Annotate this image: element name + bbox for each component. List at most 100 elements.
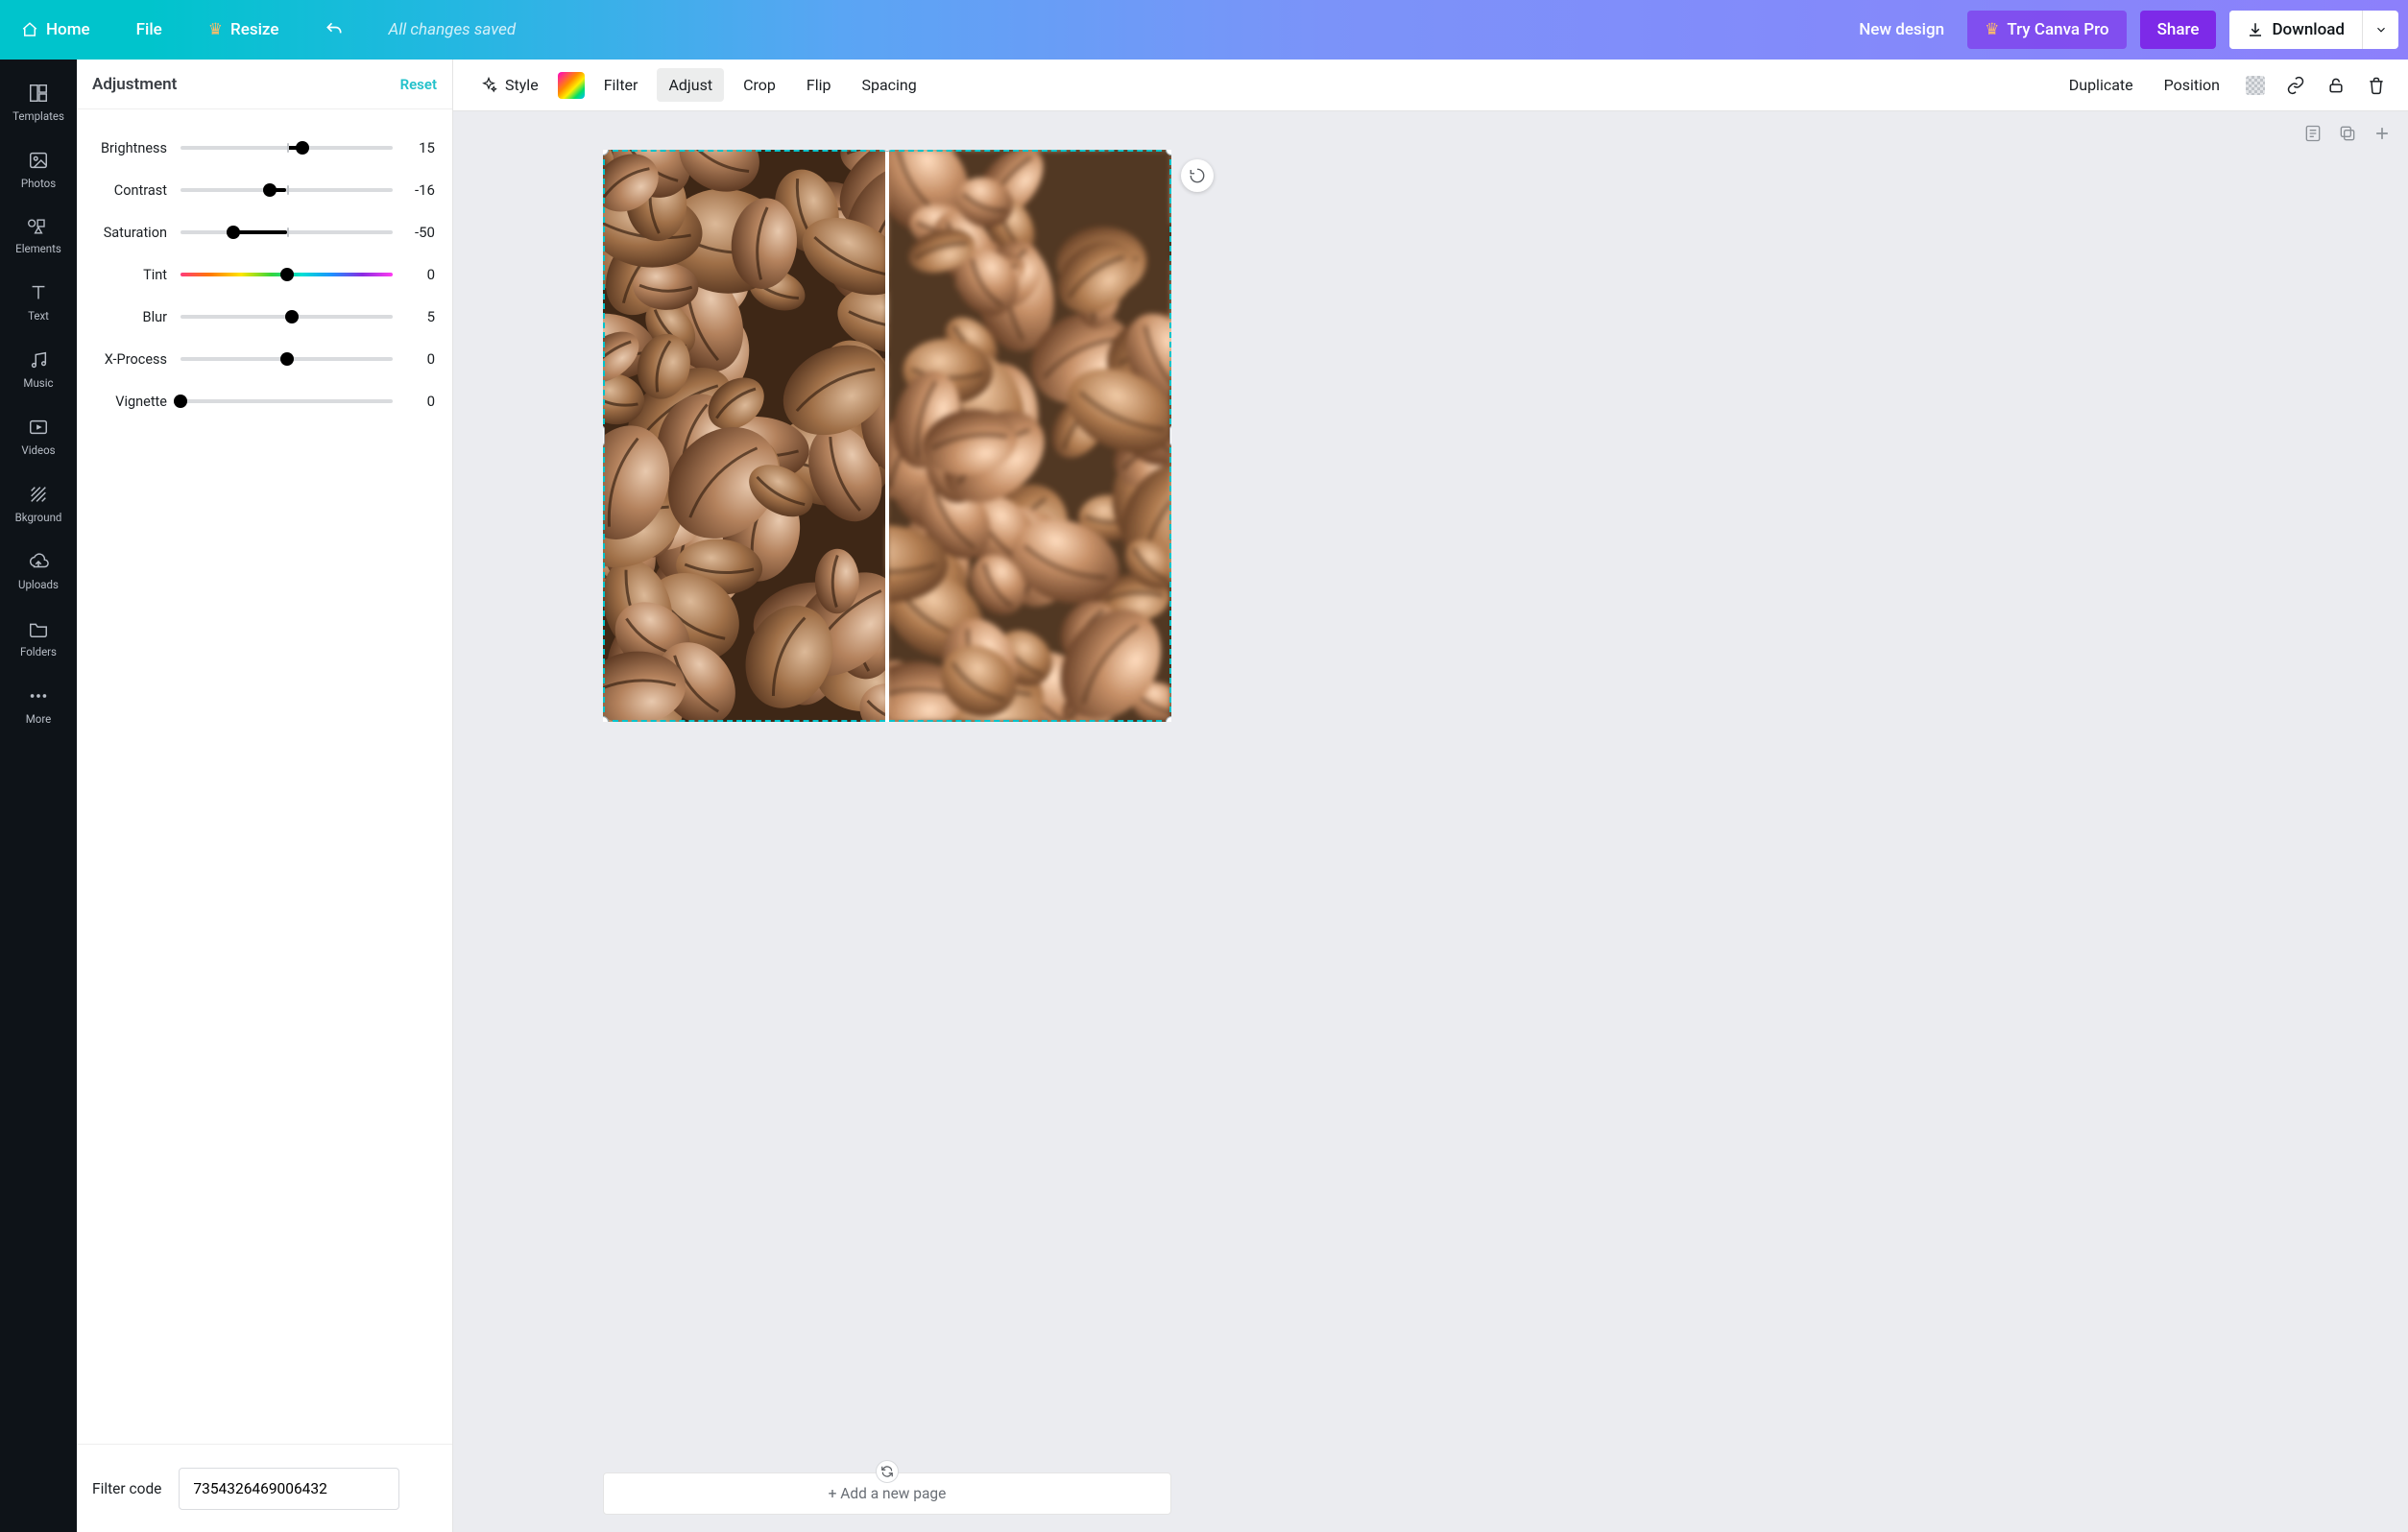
home-button[interactable]: Home: [0, 0, 111, 60]
rail-videos[interactable]: Videos: [0, 403, 77, 468]
slider-value: 15: [393, 139, 435, 156]
file-menu[interactable]: File: [115, 0, 183, 60]
rail-folders[interactable]: Folders: [0, 605, 77, 670]
slider-track[interactable]: [181, 348, 393, 370]
rail-elements[interactable]: Elements: [0, 203, 77, 267]
slider-value: 0: [393, 393, 435, 410]
rail-label: Bkground: [15, 511, 62, 524]
rail-label: More: [26, 712, 52, 726]
adjust-button[interactable]: Adjust: [657, 68, 724, 102]
transparency-button[interactable]: [2239, 69, 2272, 102]
slider-thumb[interactable]: [227, 226, 240, 239]
page-add-button[interactable]: [2372, 123, 2393, 144]
rail-label: Templates: [12, 109, 64, 123]
rail-music[interactable]: Music: [0, 336, 77, 401]
spacing-label: Spacing: [861, 76, 916, 94]
home-icon: [21, 21, 38, 38]
slider-track[interactable]: [181, 222, 393, 243]
undo-button[interactable]: [303, 0, 365, 60]
filter-code-input[interactable]: [179, 1468, 399, 1510]
slider-thumb[interactable]: [296, 141, 309, 155]
style-button[interactable]: Style: [469, 68, 550, 102]
crown-icon: ♛: [208, 20, 223, 39]
panel-footer: Filter code: [77, 1444, 452, 1532]
flip-button[interactable]: Flip: [795, 68, 843, 102]
lock-button[interactable]: [2320, 69, 2352, 102]
main-area: Templates Photos Elements Text Music Vid…: [0, 60, 2408, 1532]
page-notes-button[interactable]: [2302, 123, 2324, 144]
share-button[interactable]: Share: [2140, 11, 2217, 49]
slider-label: Contrast: [77, 182, 181, 199]
slider-track[interactable]: [181, 306, 393, 327]
slider-contrast: Contrast-16: [77, 169, 435, 211]
position-label: Position: [2164, 76, 2220, 94]
slider-thumb[interactable]: [174, 395, 187, 408]
videos-icon: [28, 417, 49, 438]
nav-rail: Templates Photos Elements Text Music Vid…: [0, 60, 77, 1532]
download-label: Download: [2272, 20, 2345, 39]
slider-value: -50: [393, 224, 435, 241]
canvas-stage[interactable]: + Add a new page: [453, 111, 2408, 1532]
resize-menu[interactable]: ♛ Resize: [187, 0, 301, 60]
page-duplicate-button[interactable]: [2337, 123, 2358, 144]
reset-link[interactable]: Reset: [400, 76, 437, 93]
adjust-label: Adjust: [668, 76, 712, 94]
position-button[interactable]: Position: [2153, 68, 2231, 102]
canvas-card[interactable]: [603, 150, 1171, 722]
try-pro-button[interactable]: ♛ Try Canva Pro: [1967, 11, 2126, 49]
download-dropdown[interactable]: [2362, 11, 2398, 49]
slider-track[interactable]: [181, 137, 393, 158]
compare-divider[interactable]: [885, 150, 889, 722]
crop-button[interactable]: Crop: [732, 68, 787, 102]
slider-label: X-Process: [77, 351, 181, 368]
templates-icon: [28, 83, 49, 104]
duplicate-button[interactable]: Duplicate: [2058, 68, 2145, 102]
rotate-icon: [1189, 167, 1206, 184]
new-design-button[interactable]: New design: [1849, 0, 1954, 60]
more-icon: [28, 685, 49, 706]
rotate-button[interactable]: [1181, 159, 1214, 192]
flip-label: Flip: [807, 76, 831, 94]
slider-saturation: Saturation-50: [77, 211, 435, 253]
resize-handle-e[interactable]: [1169, 425, 1171, 446]
download-button[interactable]: Download: [2229, 11, 2362, 49]
slider-track[interactable]: [181, 264, 393, 285]
text-icon: [28, 282, 49, 303]
add-page-button[interactable]: + Add a new page: [603, 1472, 1171, 1515]
save-status: All changes saved: [388, 20, 516, 39]
slider-track[interactable]: [181, 180, 393, 201]
rail-more[interactable]: More: [0, 672, 77, 737]
copy-icon: [2338, 124, 2357, 143]
spacing-button[interactable]: Spacing: [850, 68, 927, 102]
filter-code-label: Filter code: [92, 1480, 161, 1497]
resize-handle-w[interactable]: [603, 425, 605, 446]
resize-handle-se[interactable]: [1166, 716, 1171, 722]
slider-thumb[interactable]: [285, 310, 299, 323]
selected-image[interactable]: [603, 150, 1171, 722]
slider-label: Blur: [77, 309, 181, 325]
crop-label: Crop: [743, 76, 776, 94]
slider-thumb[interactable]: [280, 268, 294, 281]
rail-background[interactable]: Bkground: [0, 470, 77, 536]
top-bar: Home File ♛ Resize All changes saved New…: [0, 0, 2408, 60]
sync-badge: [876, 1460, 899, 1483]
rail-label: Elements: [15, 242, 61, 255]
lock-icon: [2326, 76, 2346, 95]
rail-text[interactable]: Text: [0, 269, 77, 334]
filter-button[interactable]: Filter: [592, 68, 650, 102]
slider-label: Brightness: [77, 140, 181, 156]
slider-blur: Blur5: [77, 296, 435, 338]
link-button[interactable]: [2279, 69, 2312, 102]
rail-photos[interactable]: Photos: [0, 136, 77, 202]
slider-value: 0: [393, 350, 435, 368]
slider-thumb[interactable]: [263, 183, 277, 197]
rail-templates[interactable]: Templates: [0, 69, 77, 134]
delete-button[interactable]: [2360, 69, 2393, 102]
sync-icon: [880, 1465, 894, 1478]
music-icon: [28, 349, 49, 371]
slider-thumb[interactable]: [280, 352, 294, 366]
plus-icon: [2372, 124, 2392, 143]
slider-track[interactable]: [181, 391, 393, 412]
rail-uploads[interactable]: Uploads: [0, 538, 77, 603]
color-swatch[interactable]: [558, 72, 585, 99]
